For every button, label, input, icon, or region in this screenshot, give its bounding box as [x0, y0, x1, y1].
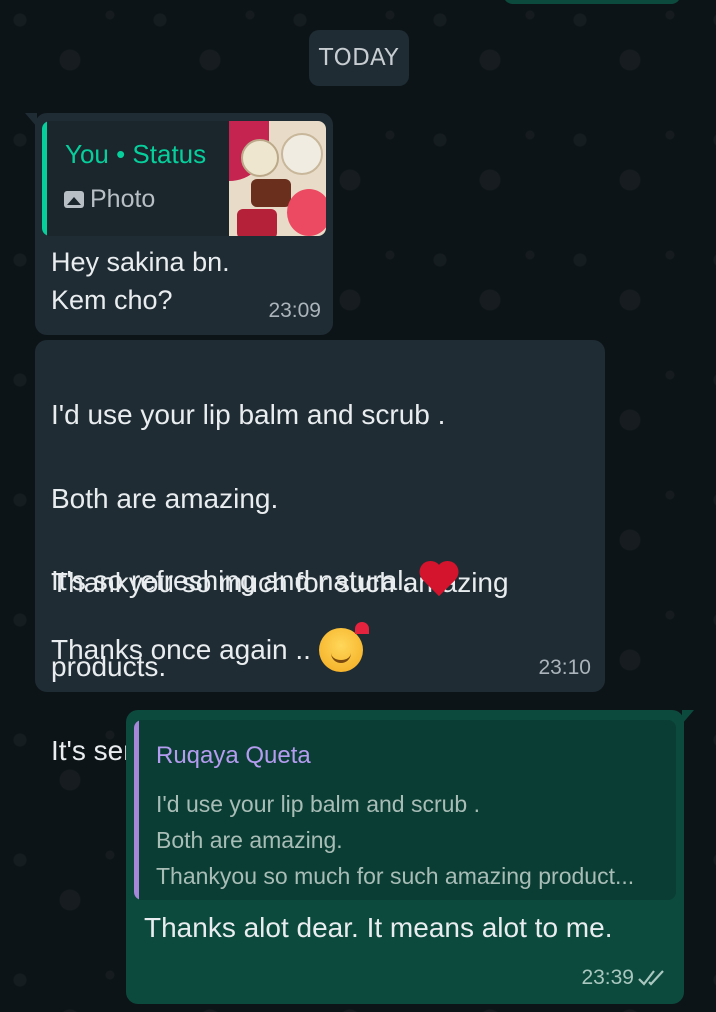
quote-accent-bar	[134, 720, 139, 900]
double-check-icon	[638, 970, 664, 986]
smiling-face-with-hearts-emoji-icon	[318, 622, 369, 672]
message-text: Hey sakina bn. Kem cho?	[51, 247, 230, 315]
status-photo-thumbnail[interactable]	[229, 121, 326, 236]
message-line-text: Thanks once again ..	[51, 634, 311, 665]
date-chip-label: TODAY	[319, 45, 399, 71]
outgoing-message-bubble[interactable]: Ruqaya Queta I'd use your lip balm and s…	[126, 710, 694, 1004]
date-chip: TODAY	[309, 30, 409, 86]
message-line: Both are amazing.	[51, 483, 279, 514]
quoted-message[interactable]: Ruqaya Queta I'd use your lip balm and s…	[134, 720, 676, 900]
status-reply-label: Photo	[90, 185, 156, 213]
previous-message-bubble[interactable]	[503, 0, 681, 4]
incoming-message-bubble[interactable]: I'd use your lip balm and scrub . Both a…	[35, 340, 605, 766]
status-reply-type: Photo	[64, 185, 155, 214]
message-line-text: It's so refreshing and natural.	[51, 565, 412, 596]
status-reply-quote[interactable]: You • Status Photo	[42, 121, 326, 236]
message-text: Thanks alot dear. It means alot to me.	[144, 912, 613, 943]
message-time: 23:10	[538, 656, 591, 679]
quote-accent-bar	[42, 121, 47, 236]
quoted-text: I'd use your lip balm and scrub . Both a…	[156, 791, 635, 889]
message-line: I'd use your lip balm and scrub .	[51, 399, 446, 430]
quoted-author: Ruqaya Queta	[156, 742, 311, 769]
message-line: Thanks once again ..	[51, 622, 369, 672]
message-time: 23:09	[268, 299, 321, 322]
message-time: 23:39	[581, 966, 634, 989]
photo-icon	[64, 191, 84, 208]
message-line: It's so refreshing and natural.	[51, 562, 461, 600]
incoming-message-bubble[interactable]: You • Status Photo Hey sakina bn. Kem ch…	[25, 113, 333, 335]
red-heart-emoji-icon	[417, 562, 461, 600]
status-reply-author: You • Status	[65, 139, 207, 169]
